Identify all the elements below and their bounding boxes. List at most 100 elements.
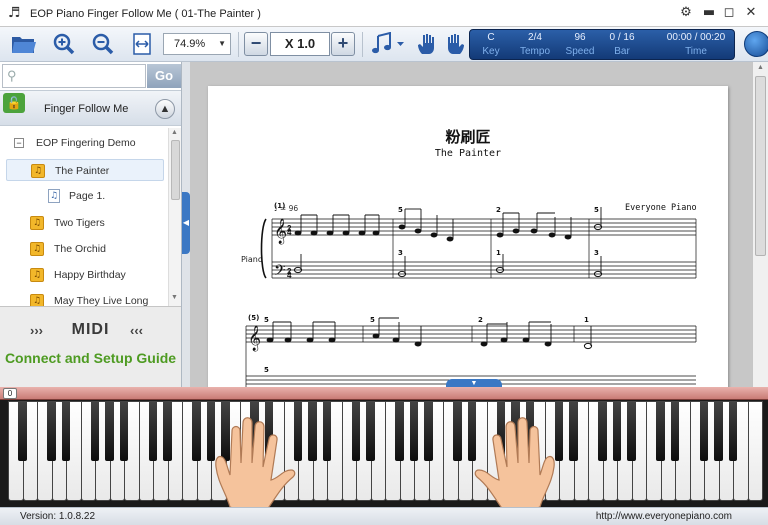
tree-song-item[interactable]: ♫ May They Live Long <box>0 290 168 306</box>
black-key[interactable] <box>627 401 636 461</box>
svg-text:𝄢: 𝄢 <box>274 262 286 283</box>
left-hand-icon[interactable] <box>414 30 442 58</box>
note-menu-icon[interactable] <box>369 30 407 58</box>
scroll-up-icon[interactable]: ▲ <box>757 64 764 71</box>
tree-scrollbar[interactable]: ▲ ▼ <box>168 128 181 306</box>
key-label: Key <box>482 46 500 57</box>
page-icon: ♫ <box>48 189 60 203</box>
keyboard-position-bar[interactable]: 0 <box>0 387 768 400</box>
svg-text:5: 5 <box>370 316 375 324</box>
black-key[interactable] <box>148 401 158 461</box>
zoom-select[interactable]: 74.9% ▼ <box>163 33 231 55</box>
window-title: EOP Piano Finger Follow Me ( 01-The Pain… <box>30 8 261 20</box>
black-key[interactable] <box>656 401 665 461</box>
black-key[interactable] <box>322 401 332 461</box>
score-scroll-thumb[interactable] <box>755 76 766 256</box>
black-key[interactable] <box>612 401 622 461</box>
black-key[interactable] <box>47 401 56 461</box>
black-key[interactable] <box>699 401 709 461</box>
svg-text:(5): (5) <box>248 314 259 322</box>
black-key[interactable] <box>18 401 27 461</box>
svg-text:5: 5 <box>594 206 599 214</box>
piano-keys[interactable] <box>8 401 763 501</box>
black-key[interactable] <box>598 401 607 461</box>
website-link[interactable]: http://www.everyonepiano.com <box>596 508 732 525</box>
black-key[interactable] <box>351 401 361 461</box>
svg-text:4: 4 <box>287 228 292 237</box>
svg-text:5: 5 <box>264 316 269 324</box>
black-key[interactable] <box>424 401 433 461</box>
black-key[interactable] <box>409 401 419 461</box>
bar-label: Bar <box>614 46 630 57</box>
white-key[interactable] <box>747 401 763 501</box>
tree-scroll-thumb[interactable] <box>171 140 180 200</box>
tree-song-item[interactable]: ♫ The Orchid <box>0 238 168 260</box>
speed-decrease-button[interactable]: − <box>244 32 268 56</box>
bar-status: 0 / 16 Bar <box>600 31 644 59</box>
svg-text:5: 5 <box>398 206 403 214</box>
open-folder-icon[interactable] <box>10 30 38 58</box>
search-icon: ⚲ <box>7 68 17 83</box>
left-hand-image <box>215 417 296 507</box>
collapse-folder-icon[interactable]: − <box>14 138 24 148</box>
close-button[interactable]: ✕ <box>742 4 760 22</box>
tree-item-label: The Painter <box>55 165 110 177</box>
black-key[interactable] <box>192 401 201 461</box>
black-key[interactable] <box>61 401 71 461</box>
black-key[interactable] <box>728 401 738 461</box>
collapse-sidebar-icon[interactable]: ◀ <box>182 192 190 254</box>
tree-song-item[interactable]: ♫ The Painter <box>6 159 164 181</box>
black-key[interactable] <box>714 401 723 461</box>
piano-keyboard[interactable]: 0 <box>0 387 768 507</box>
fit-page-icon[interactable] <box>128 30 156 58</box>
right-hand-icon[interactable] <box>440 30 468 58</box>
black-key[interactable] <box>163 401 172 461</box>
midi-arrows-right: ‹‹‹ <box>130 323 143 338</box>
black-key[interactable] <box>453 401 462 461</box>
black-key[interactable] <box>90 401 100 461</box>
go-button[interactable]: Go <box>147 64 181 88</box>
svg-text:5: 5 <box>264 366 269 374</box>
score-scrollbar[interactable]: ▲ <box>752 62 768 387</box>
svg-text:1: 1 <box>584 316 589 324</box>
speed-label: Speed <box>565 46 595 57</box>
panel-splitter[interactable]: ◀ <box>182 62 190 387</box>
tree-folder-label: EOP Fingering Demo <box>36 137 136 149</box>
score-viewer[interactable]: 粉刷匠 The Painter Everyone Piano Piano ♩ =… <box>190 62 752 387</box>
maximize-button[interactable]: ◻ <box>720 4 738 22</box>
tree-song-item[interactable]: ♫ Two Tigers <box>0 212 168 234</box>
section-title: Finger Follow Me <box>44 103 129 115</box>
tree-item-label: Two Tigers <box>54 217 105 229</box>
black-key[interactable] <box>119 401 129 461</box>
tempo-value: 2/4 <box>528 32 542 43</box>
song-icon: ♫ <box>30 242 44 256</box>
midi-label[interactable]: MIDI <box>0 321 181 339</box>
status-bar: Version: 1.0.8.22 http://www.everyonepia… <box>0 507 768 525</box>
keyboard-position-badge: 0 <box>3 388 17 399</box>
minimize-button[interactable]: ▬ <box>700 4 718 22</box>
scroll-up-icon[interactable]: ▲ <box>171 129 178 136</box>
black-key[interactable] <box>366 401 375 461</box>
tree-folder[interactable]: − EOP Fingering Demo <box>0 132 168 154</box>
section-header: 🔓 Finger Follow Me ▲ <box>0 90 181 126</box>
speed-increase-button[interactable]: + <box>331 32 355 56</box>
tree-page-item[interactable]: ♫ Page 1. <box>0 185 168 207</box>
black-key[interactable] <box>670 401 680 461</box>
black-key[interactable] <box>569 401 578 461</box>
tree-song-item[interactable]: ♫ Happy Birthday <box>0 264 168 286</box>
black-key[interactable] <box>308 401 317 461</box>
globe-icon[interactable] <box>744 31 768 57</box>
scroll-down-icon[interactable]: ▼ <box>171 294 178 301</box>
zoom-in-icon[interactable] <box>50 30 78 58</box>
black-key[interactable] <box>395 401 404 461</box>
collapse-button[interactable]: ▲ <box>155 99 175 119</box>
svg-text:3: 3 <box>398 249 403 257</box>
settings-gear-icon[interactable]: ⚙ <box>677 4 695 22</box>
zoom-value: 74.9% <box>174 38 206 50</box>
search-input[interactable]: ⚲ <box>2 64 146 88</box>
zoom-out-icon[interactable] <box>89 30 117 58</box>
tree-item-label: Happy Birthday <box>54 269 126 281</box>
setup-guide-link[interactable]: Connect and Setup Guide <box>0 350 181 366</box>
black-key[interactable] <box>105 401 114 461</box>
speed-value: 96 <box>574 32 586 43</box>
